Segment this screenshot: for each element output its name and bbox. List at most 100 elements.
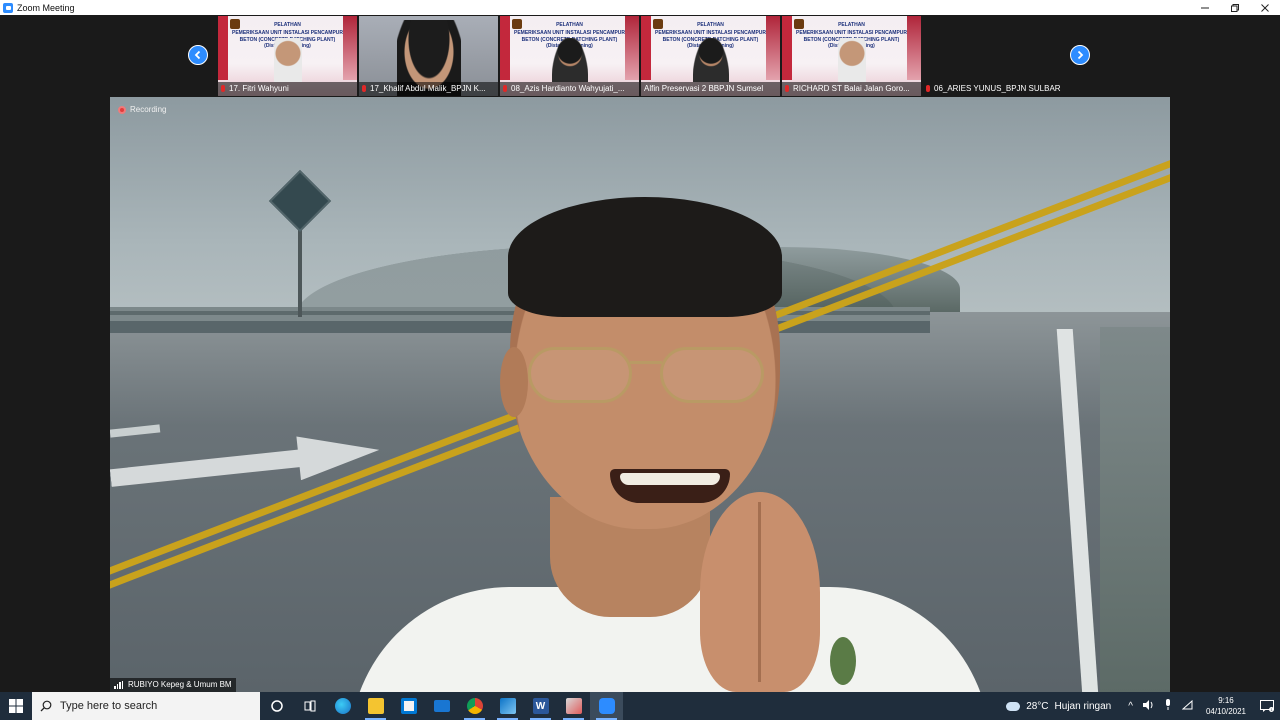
speaker-hair [508, 197, 782, 317]
taskbar-clock[interactable]: 9:16 04/10/2021 [1206, 695, 1246, 717]
slide-line: PEMERIKSAAN UNIT INSTALASI PENCAMPUR [795, 30, 908, 36]
slide-title: PELATHAN [697, 22, 724, 28]
task-view-icon [304, 700, 315, 712]
windows-taskbar: Type here to search W 28°C Hujan ringan … [0, 692, 1280, 720]
participant-name: RICHARD ST Balai Jalan Goro... [793, 84, 910, 93]
taskbar-app-mail[interactable] [425, 692, 458, 720]
taskbar-app-file-explorer[interactable] [359, 692, 392, 720]
participant-name: 08_Azis Hardianto Wahyujati_... [511, 84, 625, 93]
participant-name-label: 06_ARIES YUNUS_BPJN SULBAR [923, 82, 1062, 96]
network-icon[interactable] [1181, 699, 1193, 713]
start-button[interactable] [0, 692, 32, 720]
participant-tile[interactable]: 17_Khalif Abdul Malik_BPJN K... [359, 16, 498, 96]
notification-icon: 1 [1260, 700, 1274, 712]
participant-tile[interactable]: PELATHAN PEMERIKSAAN UNIT INSTALASI PENC… [641, 16, 780, 96]
participant-name: Alfin Preservasi 2 BBPJN Sumsel [644, 84, 764, 93]
gallery-next-button[interactable] [1070, 45, 1090, 65]
minimize-icon [1201, 7, 1209, 8]
taskbar-app-zoom[interactable] [590, 692, 623, 720]
mic-muted-icon [362, 85, 366, 92]
chevron-left-icon [194, 50, 201, 60]
speaker-glasses [528, 347, 768, 407]
slide-line: PEMERIKSAAN UNIT INSTALASI PENCAMPUR [654, 30, 767, 36]
recording-label: Recording [130, 105, 167, 114]
taskbar-search-box[interactable]: Type here to search [32, 692, 260, 720]
chevron-right-icon [1077, 50, 1084, 60]
participant-name: 06_ARIES YUNUS_BPJN SULBAR [934, 84, 1061, 93]
speaker-person [310, 197, 1010, 692]
windows-logo-icon [9, 699, 23, 713]
participant-tile[interactable]: PELATHAN PEMERIKSAAN UNIT INSTALASI PENC… [500, 16, 639, 96]
search-placeholder: Type here to search [60, 700, 158, 712]
window-title-bar: Zoom Meeting [0, 0, 1280, 15]
chrome-icon [466, 698, 483, 714]
restore-button[interactable] [1220, 0, 1250, 15]
taskbar-app-word[interactable]: W [524, 692, 557, 720]
restore-icon [1231, 3, 1239, 12]
weather-description: Hujan ringan [1054, 700, 1112, 712]
participant-tile[interactable]: 06_ARIES YUNUS_BPJN SULBAR [923, 16, 1062, 96]
edge-icon [334, 698, 351, 714]
slide-line: PEMERIKSAAN UNIT INSTALASI PENCAMPUR [231, 30, 344, 36]
weather-temperature: 28°C [1026, 700, 1049, 712]
rain-cloud-icon [1006, 701, 1021, 711]
participant-avatar [273, 38, 302, 82]
recording-indicator[interactable]: Recording [118, 105, 166, 114]
notification-center-button[interactable]: 1 [1254, 692, 1280, 720]
glasses-lens [528, 347, 632, 403]
mic-muted-icon [221, 85, 225, 92]
store-icon [400, 698, 417, 714]
cortana-icon [270, 700, 283, 712]
active-speaker-video[interactable]: Recording RUBIYO Kepeg & Umum BM [110, 97, 1170, 692]
minimize-button[interactable] [1190, 0, 1220, 15]
clock-date: 04/10/2021 [1205, 707, 1246, 716]
glasses-lens [660, 347, 764, 403]
taskbar-app-snipping-tool[interactable] [557, 692, 590, 720]
participant-avatar [692, 38, 729, 82]
mic-muted-icon [503, 85, 507, 92]
mic-muted-icon [785, 85, 789, 92]
participant-name-label: 17. Fitri Wahyuni [218, 82, 357, 96]
taskbar-app-photos[interactable] [491, 692, 524, 720]
taskbar-app-edge[interactable] [326, 692, 359, 720]
slide-line: PEMERIKSAAN UNIT INSTALASI PENCAMPUR [513, 30, 626, 36]
cortana-button[interactable] [260, 692, 293, 720]
search-icon [40, 700, 52, 712]
microphone-icon[interactable] [1164, 699, 1172, 713]
participant-tile[interactable]: PELATHAN PEMERIKSAAN UNIT INSTALASI PENC… [218, 16, 357, 96]
slide-title: PELATHAN [274, 22, 301, 28]
recording-dot-icon [118, 105, 126, 114]
slide-title: PELATHAN [838, 22, 865, 28]
participant-gallery: PELATHAN PEMERIKSAAN UNIT INSTALASI PENC… [218, 16, 1064, 96]
clock-time: 9:16 [1218, 696, 1234, 705]
mic-muted-icon [926, 85, 930, 92]
task-view-button[interactable] [293, 692, 326, 720]
slide-title: PELATHAN [556, 22, 583, 28]
close-icon [1261, 3, 1269, 12]
chevron-up-icon[interactable]: ^ [1128, 701, 1133, 712]
connection-bars-icon [114, 681, 124, 689]
speaker-smile [610, 469, 730, 503]
speaker-hands [700, 492, 820, 692]
participant-name: 17. Fitri Wahyuni [229, 84, 289, 93]
photos-icon [499, 698, 516, 714]
shirt-badge [830, 637, 856, 685]
gallery-prev-button[interactable] [188, 45, 208, 65]
speaker-name: RUBIYO Kepeg & Umum BM [128, 680, 232, 689]
participant-name-label: 17_Khalif Abdul Malik_BPJN K... [359, 82, 498, 96]
road-shoulder [1100, 327, 1170, 692]
speaker-icon[interactable] [1142, 699, 1154, 713]
participant-name-label: 08_Azis Hardianto Wahyujati_... [500, 82, 639, 96]
speaker-name-label: RUBIYO Kepeg & Umum BM [110, 678, 236, 692]
speaker-ear [500, 347, 528, 417]
participant-name-label: RICHARD ST Balai Jalan Goro... [782, 82, 921, 96]
participant-tile[interactable]: PELATHAN PEMERIKSAAN UNIT INSTALASI PENC… [782, 16, 921, 96]
participant-name-label: Alfin Preservasi 2 BBPJN Sumsel [641, 82, 780, 96]
mail-icon [433, 700, 450, 712]
taskbar-app-store[interactable] [392, 692, 425, 720]
participant-name: 17_Khalif Abdul Malik_BPJN K... [370, 84, 486, 93]
taskbar-app-chrome[interactable] [458, 692, 491, 720]
system-tray: 28°C Hujan ringan ^ 9:16 04/10/2021 1 [1006, 692, 1280, 720]
weather-widget[interactable]: 28°C Hujan ringan [1006, 701, 1111, 712]
close-button[interactable] [1250, 0, 1280, 15]
